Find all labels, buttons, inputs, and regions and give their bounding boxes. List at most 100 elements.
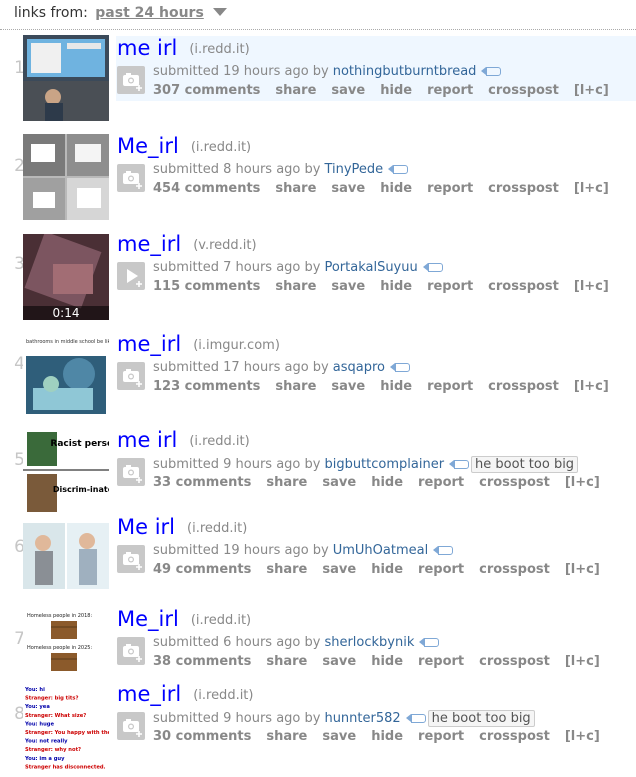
post-author[interactable]: PortakalSuyuu xyxy=(324,260,417,275)
share-link[interactable]: share xyxy=(275,83,316,98)
image-expando-button[interactable] xyxy=(117,362,145,390)
post-title[interactable]: Me_irl xyxy=(117,134,179,158)
crosspost-link[interactable]: crosspost xyxy=(479,562,550,577)
crosspost-link[interactable]: crosspost xyxy=(488,83,559,98)
share-link[interactable]: share xyxy=(275,379,316,394)
post-author[interactable]: UmUhOatmeal xyxy=(333,543,428,558)
comments-link[interactable]: 49 comments xyxy=(153,562,251,577)
post-title[interactable]: Me irl xyxy=(117,515,175,539)
hide-link[interactable]: hide xyxy=(371,654,403,669)
post-thumbnail[interactable] xyxy=(23,35,109,121)
post-title[interactable]: me_irl xyxy=(117,332,181,356)
save-link[interactable]: save xyxy=(331,279,365,294)
post-thumbnail[interactable]: Homeless people in 2018: Homeless people … xyxy=(23,609,109,695)
post-thumbnail[interactable]: You: hi Stranger: big tits? You: yea Strang… xyxy=(23,684,109,770)
save-link[interactable]: save xyxy=(331,83,365,98)
report-link[interactable]: report xyxy=(427,83,473,98)
user-tag-icon[interactable] xyxy=(422,262,443,272)
hide-link[interactable]: hide xyxy=(380,279,412,294)
lc-link[interactable]: [l+c] xyxy=(574,83,609,98)
post-domain[interactable]: (i.redd.it) xyxy=(187,521,247,536)
save-link[interactable]: save xyxy=(322,562,356,577)
share-link[interactable]: share xyxy=(266,475,307,490)
hide-link[interactable]: hide xyxy=(380,379,412,394)
comments-link[interactable]: 307 comments xyxy=(153,83,260,98)
video-expando-button[interactable] xyxy=(117,262,145,290)
post-author[interactable]: bigbuttcomplainer xyxy=(324,457,444,472)
lc-link[interactable]: [l+c] xyxy=(574,279,609,294)
comments-link[interactable]: 33 comments xyxy=(153,475,251,490)
post-title[interactable]: me irl xyxy=(117,36,177,60)
post-domain[interactable]: (i.redd.it) xyxy=(191,140,251,155)
user-tag-icon[interactable] xyxy=(481,66,502,76)
post-domain[interactable]: (i.redd.it) xyxy=(189,434,249,449)
user-tag-icon[interactable] xyxy=(405,713,426,723)
user-tag-icon[interactable] xyxy=(388,164,409,174)
post-thumbnail[interactable] xyxy=(23,517,109,603)
hide-link[interactable]: hide xyxy=(371,562,403,577)
report-link[interactable]: report xyxy=(427,379,473,394)
lc-link[interactable]: [l+c] xyxy=(574,379,609,394)
crosspost-link[interactable]: crosspost xyxy=(488,279,559,294)
image-expando-button[interactable] xyxy=(117,545,145,573)
hide-link[interactable]: hide xyxy=(380,83,412,98)
save-link[interactable]: save xyxy=(322,729,356,744)
user-tag-icon[interactable] xyxy=(433,545,454,555)
user-tag-icon[interactable] xyxy=(419,637,440,647)
hide-link[interactable]: hide xyxy=(371,729,403,744)
post-title[interactable]: me irl xyxy=(117,428,177,452)
comments-link[interactable]: 30 comments xyxy=(153,729,251,744)
chevron-down-icon[interactable] xyxy=(213,8,228,16)
crosspost-link[interactable]: crosspost xyxy=(479,475,550,490)
crosspost-link[interactable]: crosspost xyxy=(488,181,559,196)
report-link[interactable]: report xyxy=(427,181,473,196)
crosspost-link[interactable]: crosspost xyxy=(479,729,550,744)
post-title[interactable]: me_irl xyxy=(117,682,181,706)
crosspost-link[interactable]: crosspost xyxy=(479,654,550,669)
report-link[interactable]: report xyxy=(418,729,464,744)
post-author[interactable]: hunnter582 xyxy=(324,711,400,726)
post-domain[interactable]: (i.imgur.com) xyxy=(193,338,280,353)
comments-link[interactable]: 115 comments xyxy=(153,279,260,294)
share-link[interactable]: share xyxy=(275,279,316,294)
lc-link[interactable]: [l+c] xyxy=(565,562,600,577)
post-domain[interactable]: (i.redd.it) xyxy=(191,613,251,628)
post-domain[interactable]: (i.redd.it) xyxy=(189,42,249,57)
save-link[interactable]: save xyxy=(331,181,365,196)
crosspost-link[interactable]: crosspost xyxy=(488,379,559,394)
post-author[interactable]: TinyPede xyxy=(324,162,383,177)
comments-link[interactable]: 454 comments xyxy=(153,181,260,196)
lc-link[interactable]: [l+c] xyxy=(565,475,600,490)
user-tag-icon[interactable] xyxy=(449,459,470,469)
save-link[interactable]: save xyxy=(331,379,365,394)
lc-link[interactable]: [l+c] xyxy=(565,729,600,744)
post-author[interactable]: sherlockbynik xyxy=(324,635,414,650)
time-filter-dropdown[interactable]: past 24 hours xyxy=(95,5,204,21)
report-link[interactable]: report xyxy=(418,562,464,577)
user-tag-icon[interactable] xyxy=(389,362,410,372)
report-link[interactable]: report xyxy=(418,654,464,669)
post-domain[interactable]: (v.redd.it) xyxy=(193,238,256,253)
post-title[interactable]: Me_irl xyxy=(117,607,179,631)
post-thumbnail[interactable]: 0:14 xyxy=(23,234,109,320)
comments-link[interactable]: 38 comments xyxy=(153,654,251,669)
post-domain[interactable]: (i.redd.it) xyxy=(193,688,253,703)
hide-link[interactable]: hide xyxy=(371,475,403,490)
hide-link[interactable]: hide xyxy=(380,181,412,196)
share-link[interactable]: share xyxy=(266,654,307,669)
lc-link[interactable]: [l+c] xyxy=(565,654,600,669)
post-author[interactable]: nothingbutburntbread xyxy=(333,64,477,79)
post-thumbnail[interactable] xyxy=(23,134,109,220)
post-thumbnail[interactable]: bathrooms in middle school be like xyxy=(23,334,109,420)
image-expando-button[interactable] xyxy=(117,458,145,486)
lc-link[interactable]: [l+c] xyxy=(574,181,609,196)
report-link[interactable]: report xyxy=(427,279,473,294)
post-thumbnail[interactable]: Racist person Discrim-inator xyxy=(23,430,109,516)
comments-link[interactable]: 123 comments xyxy=(153,379,260,394)
image-expando-button[interactable] xyxy=(117,66,145,94)
share-link[interactable]: share xyxy=(266,729,307,744)
post-title[interactable]: me_irl xyxy=(117,232,181,256)
image-expando-button[interactable] xyxy=(117,712,145,740)
save-link[interactable]: save xyxy=(322,654,356,669)
save-link[interactable]: save xyxy=(322,475,356,490)
